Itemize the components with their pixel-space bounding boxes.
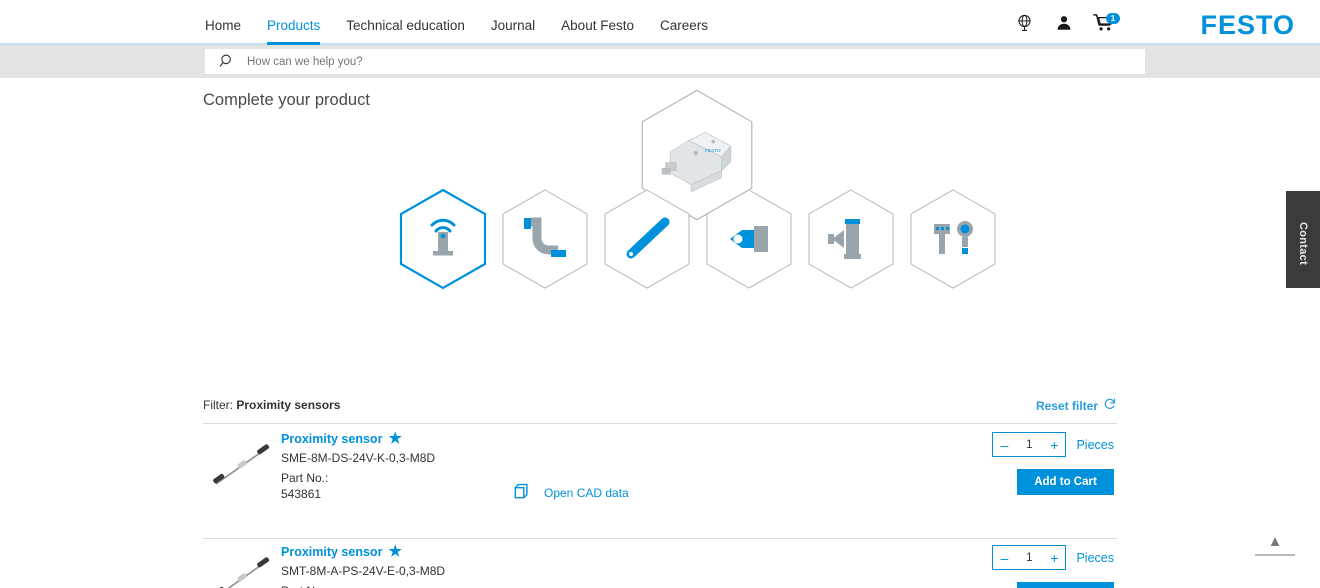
nav-item-technical-education[interactable]: Technical education [346,0,478,45]
main-content: Complete your product FESTO Filter: Prox… [0,78,1320,588]
filter-divider [203,423,1117,424]
category-hexagon-valve[interactable] [806,188,896,290]
reset-filter-label: Reset filter [1035,398,1098,413]
product-info: Proximity sensor ★ SMT-8M-A-PS-24V-E-0,3… [281,544,445,588]
product-model: SME-8M-DS-24V-K-0,3-M8D [281,451,436,465]
filter-row: Filter: Proximity sensors Reset filter [203,396,1117,418]
filter-value: Proximity sensors [236,398,341,412]
chevron-up-icon: ▲ [1267,533,1283,550]
product-title-link[interactable]: Proximity sensor ★ [281,544,445,559]
quantity-value[interactable]: 1 [1026,552,1032,564]
search-bar-region [0,45,1320,78]
star-icon[interactable]: ★ [388,431,401,446]
category-hexagon-proximity-sensor[interactable] [398,188,488,290]
category-hexagon-tubing-hose[interactable] [602,188,692,290]
site-header: Home Products Technical education Journa… [0,0,1320,45]
cart-badge-count: 1 [1106,12,1120,24]
star-icon[interactable]: ★ [388,544,401,559]
nav-item-careers[interactable]: Careers [660,0,721,45]
quantity-stepper: – 1 + Pieces [992,432,1114,457]
header-icon-group: 1 [1013,0,1120,45]
open-cad-data-label: Open CAD data [544,486,629,500]
filter-label-text: Filter: [203,398,233,412]
product-title-text: Proximity sensor [281,431,383,446]
quantity-increment-button[interactable]: + [1050,551,1058,565]
scroll-top-underline [1255,554,1295,556]
nav-item-home[interactable]: Home [205,0,254,45]
product-thumbnail[interactable] [207,435,279,495]
add-to-cart-button[interactable]: Add to Cart [1017,469,1114,495]
quantity-increment-button[interactable]: + [1050,438,1058,452]
product-title-text: Proximity sensor [281,544,383,559]
product-thumbnail[interactable] [207,548,279,588]
quantity-value[interactable]: 1 [1026,439,1032,451]
table-row: Proximity sensor ★ SMT-8M-A-PS-24V-E-0,3… [203,538,1117,588]
open-cad-data-link[interactable]: Open CAD data [513,483,629,503]
quantity-decrement-button[interactable]: – [1000,438,1008,452]
scroll-to-top-button[interactable]: ▲ [1255,533,1295,556]
main-navigation: Home Products Technical education Journa… [205,0,734,45]
search-box[interactable] [205,49,1145,74]
product-info: Proximity sensor ★ SME-8M-DS-24V-K-0,3-M… [281,431,435,501]
nav-item-products[interactable]: Products [267,0,333,45]
search-icon [217,52,237,72]
reset-icon [1103,397,1117,414]
category-hexagon-fitting[interactable] [704,188,794,290]
product-part-number: 543861 [281,487,322,501]
category-hexagon-connector-cable[interactable] [908,188,998,290]
quantity-unit-label: Pieces [1076,437,1114,452]
quantity-unit-label: Pieces [1076,550,1114,565]
page-root: Home Products Technical education Journa… [0,0,1320,588]
contact-tab-label: Contact [1297,222,1309,266]
quantity-stepper-control[interactable]: – 1 + [992,545,1067,570]
quantity-stepper: – 1 + Pieces [992,545,1114,570]
user-icon[interactable] [1053,11,1075,35]
product-part-label: Part No.: [281,584,445,588]
search-input[interactable] [237,55,1145,68]
configurator-hexagons: FESTO [0,78,1320,308]
nav-item-journal[interactable]: Journal [491,0,548,45]
quantity-stepper-control[interactable]: – 1 + [992,432,1067,457]
cube-icon [513,483,530,503]
nav-item-about-festo[interactable]: About Festo [561,0,647,45]
category-hexagon-tubing-elbow[interactable] [500,188,590,290]
product-model: SMT-8M-A-PS-24V-E-0,3-M8D [281,564,446,578]
product-title-link[interactable]: Proximity sensor ★ [281,431,435,446]
reset-filter-button[interactable]: Reset filter [1036,397,1117,414]
add-to-cart-button[interactable]: Add to Cart [1017,582,1114,588]
svg-text:FESTO: FESTO [705,148,721,153]
globe-icon[interactable] [1013,11,1035,35]
contact-tab[interactable]: Contact [1286,191,1320,288]
filter-label: Filter: Proximity sensors [203,398,340,412]
quantity-decrement-button[interactable]: – [1000,551,1008,565]
product-part-label: Part No.: [281,471,329,485]
festo-logo[interactable]: FESTO [1200,10,1295,41]
table-row: Proximity sensor ★ SME-8M-DS-24V-K-0,3-M… [203,425,1117,538]
cart-icon[interactable]: 1 [1093,11,1120,35]
